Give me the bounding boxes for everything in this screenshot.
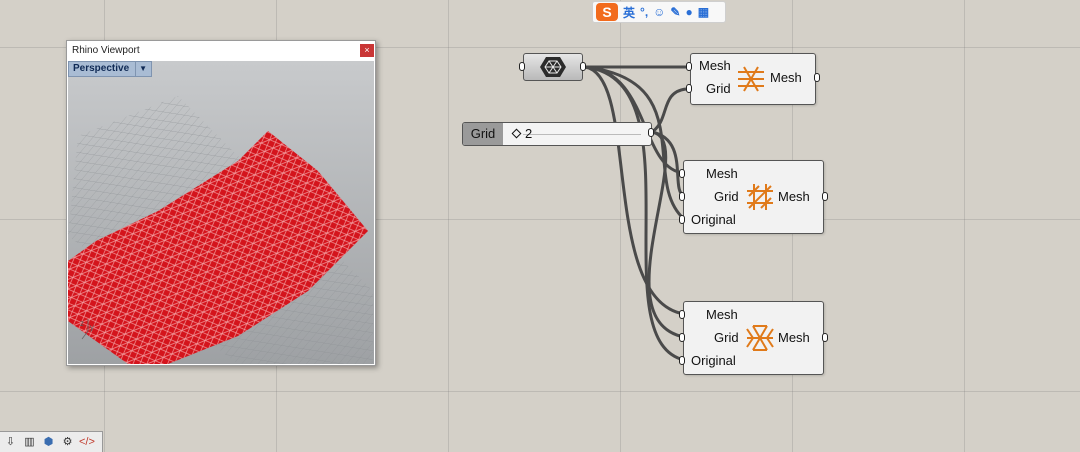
sogou-logo-icon[interactable]: S [596, 3, 618, 21]
wire-grid-to-comp1 [651, 87, 687, 134]
axis-y-label: y [90, 323, 94, 332]
comp2-mesh-output-port[interactable] [822, 192, 828, 201]
output-label-mesh: Mesh [778, 330, 810, 345]
python-icon[interactable]: ⬢ [41, 435, 56, 450]
bar-chart-icon[interactable]: ▥ [22, 435, 37, 450]
mesh-hex-icon [540, 57, 566, 77]
perspective-view[interactable]: z y [68, 61, 374, 364]
comp2-grid-input-port[interactable] [679, 192, 685, 201]
pen-icon[interactable]: ✎ [670, 5, 680, 19]
download-icon[interactable]: ⇩ [3, 435, 18, 450]
language-toggle[interactable]: 英 [623, 4, 635, 21]
mesh-grid-component-3[interactable]: Mesh Grid Original Mesh [683, 301, 824, 375]
input-label-original: Original [691, 212, 736, 227]
mesh-grid-component-2[interactable]: Mesh Grid Original Mesh [683, 160, 824, 234]
comp1-grid-input-port[interactable] [686, 84, 692, 93]
settings-icon[interactable]: ⚙ [60, 435, 75, 450]
wire-hex-to-original3 [584, 65, 685, 362]
mesh-grid-icon [747, 184, 773, 210]
comp2-mesh-input-port[interactable] [679, 169, 685, 178]
comp3-mesh-output-port[interactable] [822, 333, 828, 342]
slider-track[interactable] [523, 134, 641, 135]
chevron-down-icon[interactable]: ▼ [135, 62, 147, 76]
view-tab-label: Perspective [73, 63, 130, 74]
comp1-mesh-output-port[interactable] [814, 73, 820, 82]
axis-z-label: z [80, 319, 84, 328]
viewport-title: Rhino Viewport [72, 45, 140, 56]
slider-label: Grid [463, 123, 503, 145]
code-icon[interactable]: </> [79, 435, 95, 450]
comp3-mesh-input-port[interactable] [679, 310, 685, 319]
slider-handle-icon[interactable] [511, 128, 522, 139]
microphone-icon[interactable]: ● [685, 5, 692, 19]
input-label-mesh: Mesh [699, 58, 731, 73]
punctuation-icon[interactable]: °, [640, 5, 648, 19]
comp1-mesh-input-port[interactable] [686, 62, 692, 71]
mesh-subdivide-icon [738, 66, 764, 92]
emoji-icon[interactable]: ☺ [653, 5, 665, 19]
slider-output-port[interactable] [648, 128, 654, 137]
mesh-diagrid-icon [746, 325, 774, 351]
output-label-mesh: Mesh [778, 189, 810, 204]
input-label-grid: Grid [714, 189, 739, 204]
comp2-original-input-port[interactable] [679, 215, 685, 224]
viewport-titlebar[interactable]: Rhino Viewport × [67, 41, 375, 61]
mesh-node-input-port[interactable] [519, 62, 525, 71]
bottom-toolbar: ⇩ ▥ ⬢ ⚙ </> [0, 431, 103, 452]
input-label-grid: Grid [714, 330, 739, 345]
close-icon[interactable]: × [360, 44, 374, 57]
viewport-tab-perspective[interactable]: Perspective ▼ [68, 61, 153, 77]
mesh-node-output-port[interactable] [580, 62, 586, 71]
ime-toolbar[interactable]: S 英 °, ☺ ✎ ● ▦ [592, 1, 726, 23]
comp3-grid-input-port[interactable] [679, 333, 685, 342]
input-label-mesh: Mesh [706, 307, 738, 322]
slider-value: 2 [525, 126, 533, 141]
grid-number-slider[interactable]: Grid 2 [462, 122, 652, 146]
output-label-mesh: Mesh [770, 70, 802, 85]
comp3-original-input-port[interactable] [679, 356, 685, 365]
mesh-parameter-node[interactable] [523, 53, 583, 81]
input-label-grid: Grid [706, 81, 731, 96]
grid-icon[interactable]: ▦ [698, 5, 709, 19]
rhino-viewport-window[interactable]: Rhino Viewport × z y Perspective ▼ [66, 40, 376, 366]
input-label-mesh: Mesh [706, 166, 738, 181]
mesh-grid-component-1[interactable]: Mesh Grid Mesh [690, 53, 816, 105]
input-label-original: Original [691, 353, 736, 368]
